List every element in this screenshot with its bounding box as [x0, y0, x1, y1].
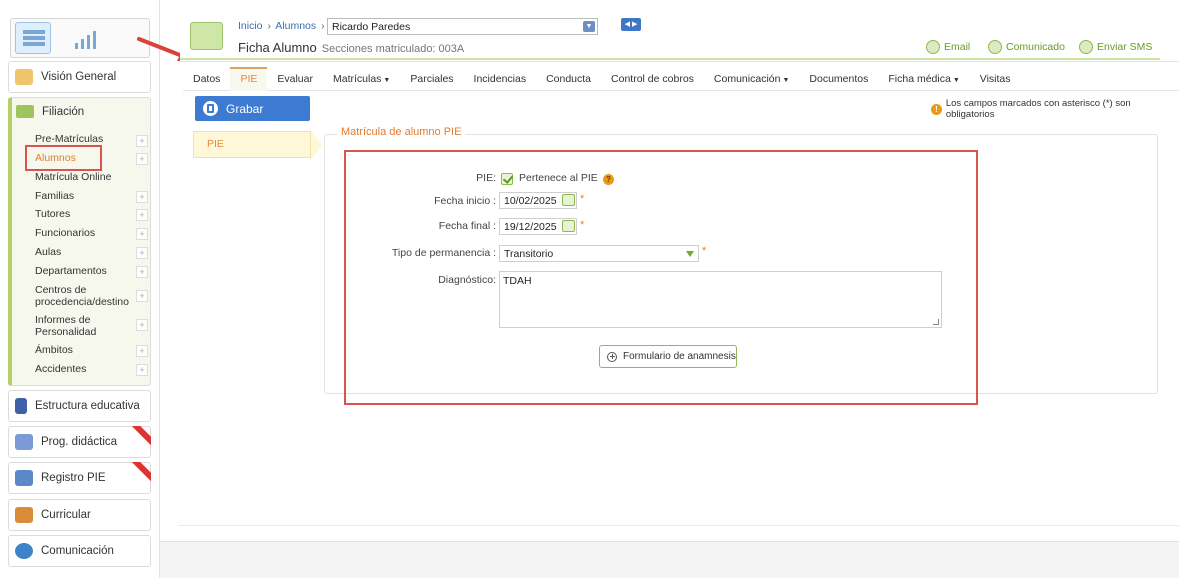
add-informe-button[interactable]: +: [136, 319, 148, 331]
header-divider: [180, 58, 1160, 60]
add-pre-matricula-button[interactable]: +: [136, 135, 148, 147]
breadcrumb: Inicio › Alumnos ›: [238, 20, 325, 32]
chat-bubble-icon: [15, 543, 33, 559]
tab-pie[interactable]: PIE: [230, 67, 268, 91]
student-card-icon: [190, 22, 223, 50]
student-select[interactable]: Ricardo Paredes ▼: [327, 18, 598, 35]
caret-down-icon: ▼: [383, 77, 391, 84]
nav-registro-pie[interactable]: Registro PIE: [8, 462, 151, 494]
tab-incidencias[interactable]: Incidencias: [464, 67, 537, 91]
save-icon: [203, 101, 218, 116]
sidebar-item-departamentos[interactable]: Departamentos: [35, 265, 139, 282]
nav-prog-didactica[interactable]: Prog. didáctica: [8, 426, 151, 458]
breadcrumb-inicio[interactable]: Inicio: [238, 20, 263, 32]
add-aula-button[interactable]: +: [136, 247, 148, 259]
tab-evaluar[interactable]: Evaluar: [267, 67, 323, 91]
new-ribbon-icon: [129, 462, 151, 484]
left-sidebar: Visión General Filiación Pre-Matrículas …: [0, 0, 160, 578]
nav-estructura-educativa[interactable]: Estructura educativa: [8, 390, 151, 422]
tab-datos[interactable]: Datos: [183, 67, 230, 91]
page-title: Ficha Alumno Secciones matriculado: 003A: [238, 40, 465, 55]
breadcrumb-alumnos[interactable]: Alumnos: [275, 20, 316, 32]
tab-bar: Datos PIE Evaluar Matrículas ▼ Parciales …: [183, 67, 1179, 91]
enviar-sms-button[interactable]: Enviar SMS: [1079, 40, 1152, 54]
bar-chart-icon: [15, 434, 33, 450]
chevron-down-icon[interactable]: ▼: [583, 21, 595, 32]
nav-vision-general[interactable]: Visión General: [8, 61, 151, 93]
form-highlight-box: [344, 150, 978, 405]
add-accidente-button[interactable]: +: [136, 364, 148, 376]
sidebar-item-accidentes[interactable]: Accidentes: [35, 363, 139, 380]
add-alumno-button[interactable]: +: [136, 153, 148, 165]
book-icon: [15, 398, 27, 414]
sidebar-item-matricula-online[interactable]: Matrícula Online: [35, 171, 139, 188]
sidebar-item-ambitos[interactable]: Ámbitos: [35, 344, 139, 361]
sidebar-item-aulas[interactable]: Aulas: [35, 246, 139, 263]
add-familia-button[interactable]: +: [136, 191, 148, 203]
new-ribbon-icon: [129, 426, 151, 448]
stats-icon[interactable]: [71, 29, 101, 49]
nav-curricular[interactable]: Curricular: [8, 499, 151, 531]
nav-comunicacion[interactable]: Comunicación: [8, 535, 151, 567]
home-icon: [15, 69, 33, 85]
module-switcher: [10, 18, 150, 58]
page-subtitle: Secciones matriculado: 003A: [321, 43, 465, 55]
tab-parciales[interactable]: Parciales: [400, 67, 463, 91]
tab-ficha-medica[interactable]: Ficha médica ▼: [878, 67, 969, 91]
caret-down-icon: ▼: [952, 77, 960, 84]
megaphone-icon: [988, 40, 1002, 54]
list-view-icon[interactable]: [15, 22, 51, 54]
add-funcionario-button[interactable]: +: [136, 228, 148, 240]
add-tutor-button[interactable]: +: [136, 209, 148, 221]
tab-comunicacion[interactable]: Comunicación ▼: [704, 67, 799, 91]
add-departamento-button[interactable]: +: [136, 266, 148, 278]
sidebar-item-informes[interactable]: Informes de Personalidad: [35, 314, 139, 340]
add-centro-button[interactable]: +: [136, 290, 148, 302]
people-icon: [15, 470, 33, 486]
tab-visitas[interactable]: Visitas: [970, 67, 1021, 91]
info-icon: !: [931, 103, 942, 115]
prev-next-student-buttons[interactable]: ◀ ▶: [621, 18, 641, 31]
fieldset-legend: Matrícula de alumno PIE: [337, 126, 466, 138]
sidebar-item-tutores[interactable]: Tutores: [35, 208, 139, 225]
sidebar-item-funcionarios[interactable]: Funcionarios: [35, 227, 139, 244]
tab-matriculas[interactable]: Matrículas ▼: [323, 67, 400, 91]
tab-conducta[interactable]: Conducta: [536, 67, 601, 91]
envelope-icon: [926, 40, 940, 54]
save-button[interactable]: Grabar: [195, 96, 310, 121]
side-tab-arrow: [311, 131, 323, 159]
footer-bar: [160, 541, 1179, 578]
side-tab-pie[interactable]: PIE: [193, 131, 311, 158]
alumnos-highlight-box: [25, 145, 102, 171]
sidebar-item-familias[interactable]: Familias: [35, 190, 139, 207]
tab-documentos[interactable]: Documentos: [799, 67, 878, 91]
email-button[interactable]: Email: [926, 40, 970, 54]
graduation-cap-icon: [15, 507, 33, 523]
comunicado-button[interactable]: Comunicado: [988, 40, 1065, 54]
id-card-icon: [16, 105, 34, 118]
nav-filiacion[interactable]: Filiación: [16, 105, 84, 118]
sidebar-item-centros[interactable]: Centros de procedencia/destino: [35, 284, 139, 310]
phone-icon: [1079, 40, 1093, 54]
required-fields-notice: ! Los campos marcados con asterisco (*) …: [931, 98, 1179, 120]
caret-down-icon: ▼: [782, 77, 790, 84]
add-ambito-button[interactable]: +: [136, 345, 148, 357]
tab-control-cobros[interactable]: Control de cobros: [601, 67, 704, 91]
